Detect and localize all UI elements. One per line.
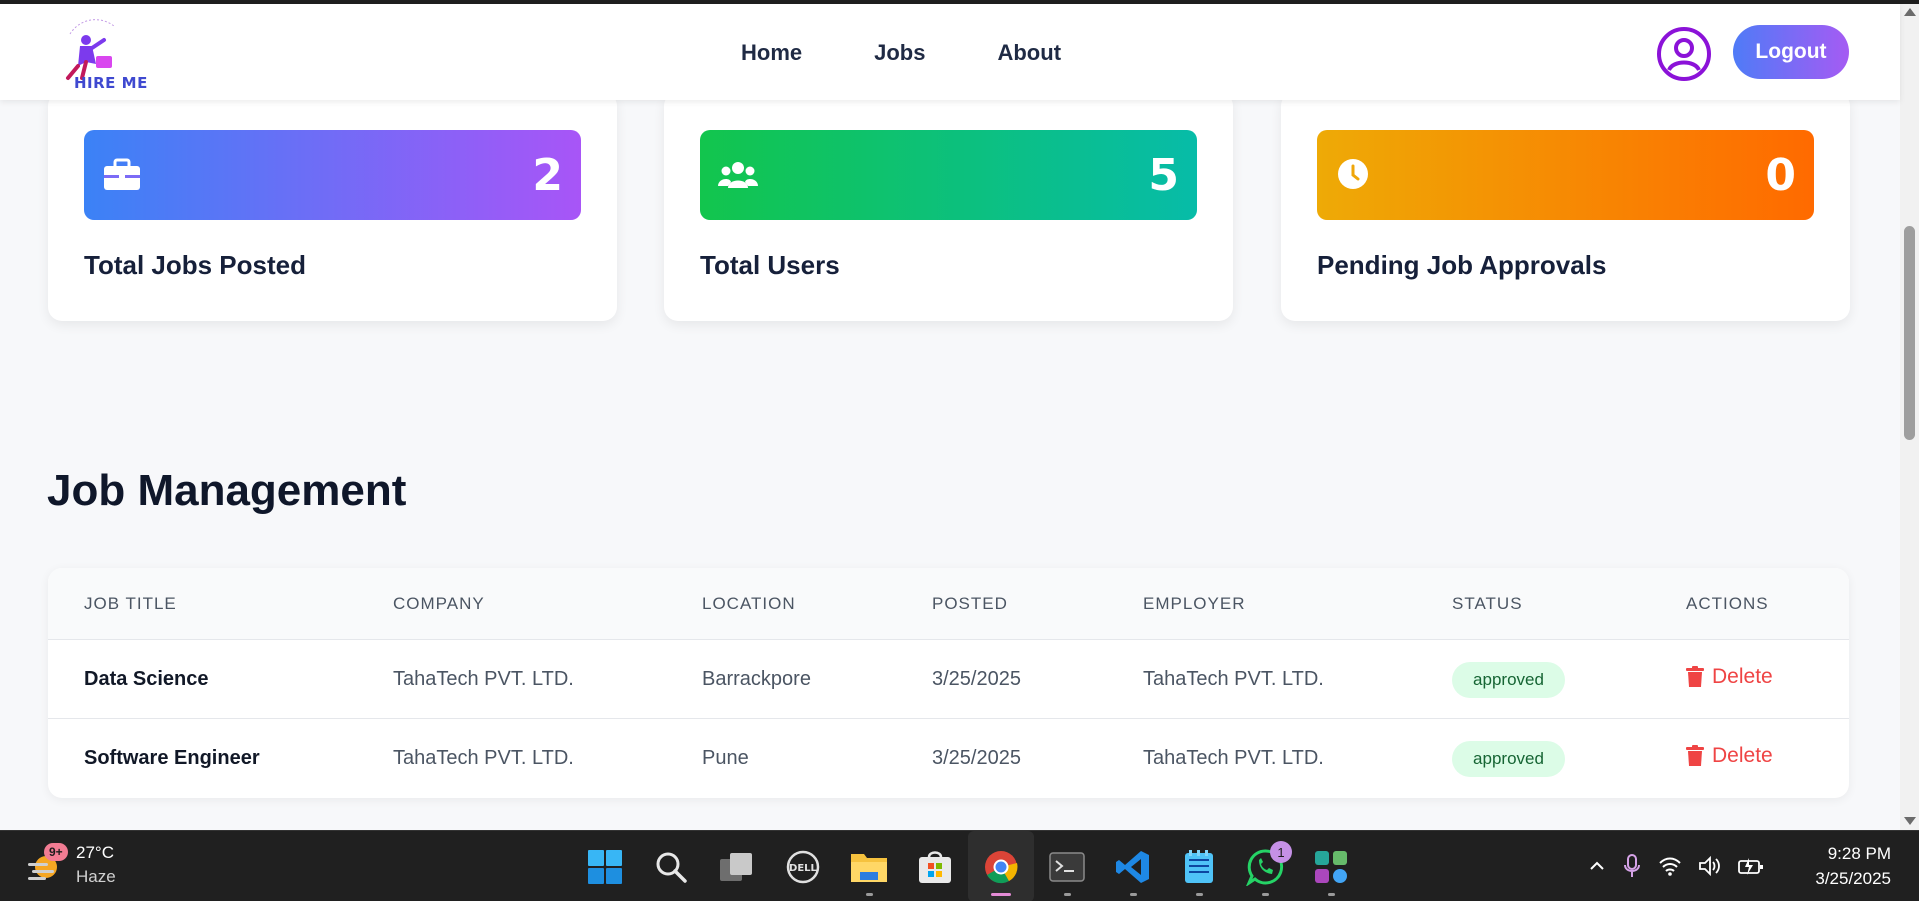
- cell-employer: TahaTech PVT. LTD.: [1143, 668, 1324, 690]
- start-icon[interactable]: [572, 831, 638, 901]
- terminal-icon[interactable]: [1034, 831, 1100, 901]
- logo-text: HIRE ME: [74, 74, 148, 92]
- dell-icon[interactable]: DELL: [770, 831, 836, 901]
- top-navbar: HIRE ME Home Jobs About Logout: [0, 4, 1900, 100]
- windows-taskbar: 9+ 27°C Haze DELL 1 9:28 PM 3/25/2025: [0, 830, 1919, 901]
- nav-home[interactable]: Home: [741, 40, 802, 66]
- clock-date: 3/25/2025: [1815, 869, 1891, 888]
- wifi-icon[interactable]: [1658, 856, 1682, 876]
- vscode-icon[interactable]: [1100, 831, 1166, 901]
- logout-button[interactable]: Logout: [1733, 25, 1849, 79]
- th-employer[interactable]: EMPLOYER: [1143, 594, 1245, 614]
- nav-jobs[interactable]: Jobs: [874, 40, 925, 66]
- weather-temp: 27°C: [76, 843, 114, 862]
- delete-button[interactable]: Delete: [1686, 744, 1773, 768]
- system-clock[interactable]: 9:28 PM 3/25/2025: [1815, 841, 1891, 891]
- cell-location: Barrackpore: [702, 668, 811, 690]
- page-scrollbar[interactable]: [1900, 4, 1919, 830]
- trash-icon: [1686, 745, 1704, 766]
- stat-value: 5: [1148, 150, 1179, 201]
- cell-job-title: Data Science: [84, 668, 209, 690]
- th-actions: ACTIONS: [1686, 594, 1769, 613]
- cell-job-title: Software Engineer: [84, 747, 260, 769]
- stat-banner: 0: [1317, 130, 1814, 220]
- stat-card-total-jobs: 2 Total Jobs Posted: [48, 92, 617, 321]
- stat-card-total-users: 5 Total Users: [664, 92, 1233, 321]
- status-badge: approved: [1452, 662, 1565, 698]
- whatsapp-icon[interactable]: 1: [1232, 831, 1298, 901]
- user-profile-icon[interactable]: [1656, 26, 1712, 82]
- table-row: Data Science TahaTech PVT. LTD. Barrackp…: [48, 640, 1849, 719]
- stat-label: Total Jobs Posted: [84, 250, 306, 280]
- stat-banner: 2: [84, 130, 581, 220]
- cell-location: Pune: [702, 747, 749, 769]
- stat-card-pending-approvals: 0 Pending Job Approvals: [1281, 92, 1850, 321]
- scroll-down-icon[interactable]: [1904, 817, 1916, 825]
- whatsapp-badge: 1: [1270, 841, 1292, 863]
- delete-button[interactable]: Delete: [1686, 665, 1773, 689]
- briefcase-icon: [104, 158, 140, 190]
- weather-badge: 9+: [44, 843, 68, 861]
- users-icon: [718, 162, 758, 188]
- main-nav: Home Jobs About: [741, 40, 1133, 66]
- th-status[interactable]: STATUS: [1452, 594, 1523, 614]
- delete-label: Delete: [1712, 665, 1773, 688]
- table-header: JOB TITLE COMPANY LOCATION POSTED EMPLOY…: [48, 568, 1849, 640]
- clock-time: 9:28 PM: [1827, 844, 1891, 863]
- taskbar-apps: DELL 1: [572, 831, 1364, 901]
- cell-company: TahaTech PVT. LTD.: [393, 747, 574, 769]
- weather-haze-icon: 9+: [24, 843, 68, 887]
- stat-banner: 5: [700, 130, 1197, 220]
- clock-icon: [1338, 159, 1368, 189]
- stat-value: 0: [1765, 150, 1796, 201]
- th-posted[interactable]: POSTED: [932, 594, 1008, 614]
- search-icon[interactable]: [638, 831, 704, 901]
- store-icon[interactable]: [902, 831, 968, 901]
- stat-label: Pending Job Approvals: [1317, 250, 1607, 280]
- delete-label: Delete: [1712, 744, 1773, 767]
- stat-value: 2: [532, 150, 563, 201]
- chrome-icon[interactable]: [968, 831, 1034, 901]
- status-badge: approved: [1452, 741, 1565, 777]
- th-company[interactable]: COMPANY: [393, 594, 485, 614]
- table-row: Software Engineer TahaTech PVT. LTD. Pun…: [48, 719, 1849, 798]
- scroll-thumb[interactable]: [1904, 226, 1915, 440]
- copilot-app-icon[interactable]: [1298, 831, 1364, 901]
- weather-condition: Haze: [76, 867, 116, 886]
- section-title: Job Management: [47, 466, 407, 515]
- trash-icon: [1686, 666, 1704, 687]
- cell-posted: 3/25/2025: [932, 668, 1021, 690]
- hire-me-logo[interactable]: HIRE ME: [56, 16, 152, 96]
- chevron-up-icon[interactable]: [1588, 857, 1606, 875]
- cell-company: TahaTech PVT. LTD.: [393, 668, 574, 690]
- battery-charging-icon[interactable]: [1738, 856, 1764, 876]
- task-view-icon[interactable]: [704, 831, 770, 901]
- volume-icon[interactable]: [1698, 855, 1722, 877]
- svg-text:DELL: DELL: [789, 863, 818, 874]
- scroll-up-icon[interactable]: [1904, 8, 1916, 16]
- th-location[interactable]: LOCATION: [702, 594, 796, 614]
- microphone-icon[interactable]: [1622, 853, 1642, 879]
- th-job-title[interactable]: JOB TITLE: [84, 594, 177, 614]
- stat-label: Total Users: [700, 250, 840, 280]
- system-tray: [1588, 853, 1764, 879]
- file-explorer-icon[interactable]: [836, 831, 902, 901]
- cell-posted: 3/25/2025: [932, 747, 1021, 769]
- job-management-table: JOB TITLE COMPANY LOCATION POSTED EMPLOY…: [48, 568, 1849, 798]
- notepad-icon[interactable]: [1166, 831, 1232, 901]
- cell-employer: TahaTech PVT. LTD.: [1143, 747, 1324, 769]
- nav-about[interactable]: About: [997, 40, 1061, 66]
- weather-widget[interactable]: 9+ 27°C Haze: [24, 841, 116, 889]
